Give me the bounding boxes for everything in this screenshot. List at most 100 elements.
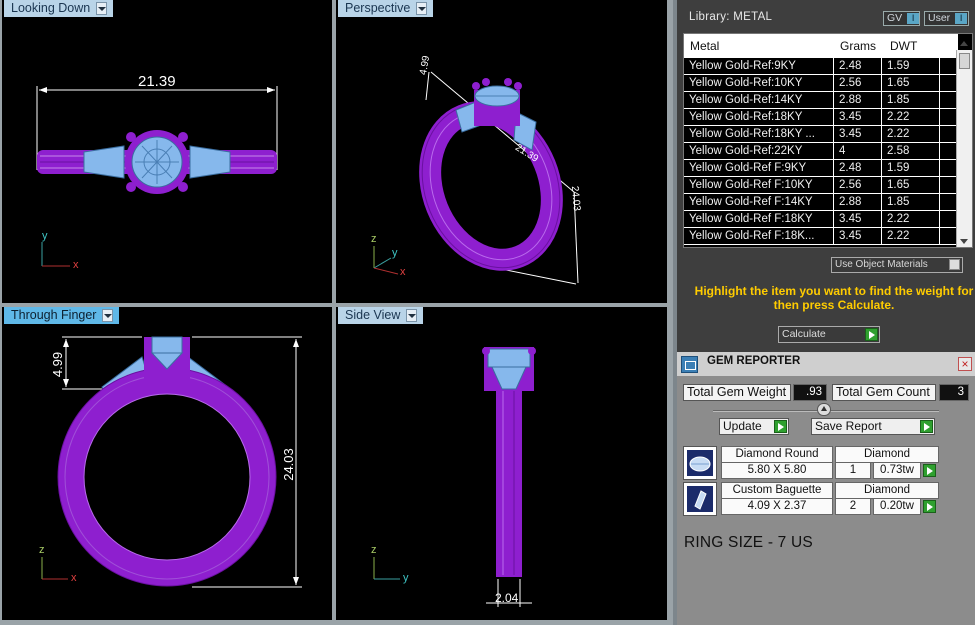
axis-y-label: y: [403, 572, 409, 584]
play-icon[interactable]: [923, 464, 936, 477]
gem-reporter-icon: [681, 356, 698, 373]
metal-name-cell: Yellow Gold-Ref F:9KY: [684, 160, 834, 177]
calculate-hint: Highlight the item you want to find the …: [694, 284, 974, 312]
table-row[interactable]: Yellow Gold-Ref:9KY 2.48 1.59: [684, 58, 958, 75]
gem-size: 5.80 X 5.80: [721, 462, 833, 479]
gem-material: Diamond: [835, 482, 939, 499]
total-gem-count-label: Total Gem Count: [832, 384, 936, 401]
column-header-metal[interactable]: Metal: [684, 39, 834, 53]
gem-row[interactable]: Diamond Round Diamond 5.80 X 5.80 1 0.73…: [683, 446, 947, 480]
play-icon[interactable]: [865, 328, 878, 341]
use-object-materials-toggle[interactable]: Use Object Materials: [831, 257, 963, 273]
dwt-cell: 1.65: [882, 75, 940, 92]
play-icon[interactable]: [920, 420, 933, 433]
dwt-cell: 1.65: [882, 177, 940, 194]
dwt-cell: 2.22: [882, 211, 940, 228]
dimension-thickness: 2.04: [495, 591, 519, 605]
play-icon[interactable]: [774, 420, 787, 433]
dwt-cell: 1.85: [882, 92, 940, 109]
grams-cell: 2.48: [834, 160, 882, 177]
baguette-diamond-icon: [683, 482, 717, 516]
grams-cell: 3.45: [834, 211, 882, 228]
gem-shape: Diamond Round: [721, 446, 833, 463]
dimension-diameter: 24.03: [568, 185, 583, 212]
chevron-down-icon[interactable]: [102, 309, 114, 322]
total-gem-count-value: 3: [939, 384, 969, 401]
chevron-down-icon[interactable]: [96, 2, 108, 15]
table-row[interactable]: Yellow Gold-Ref:18KY ... 3.45 2.22: [684, 126, 958, 143]
table-scrollbar[interactable]: [956, 41, 972, 247]
save-report-button[interactable]: Save Report: [811, 418, 935, 435]
axis-x-label: x: [71, 572, 77, 584]
viewport-perspective[interactable]: 4.99 21.39 24.03 z y x Perspective: [336, 0, 667, 303]
viewport-looking-down[interactable]: y x 21.39 Looking Down: [2, 0, 332, 303]
ring-side-view: [373, 347, 536, 607]
axis-z-label: z: [39, 544, 45, 556]
table-row[interactable]: Yellow Gold-Ref F:14KY 2.88 1.85: [684, 194, 958, 211]
play-icon[interactable]: [923, 500, 936, 513]
update-button[interactable]: Update: [719, 418, 789, 435]
metal-table[interactable]: Metal Grams DWT Yellow Gold-Ref:9KY 2.48 1…: [683, 33, 973, 248]
gem-shape: Custom Baguette: [721, 482, 833, 499]
dwt-cell: 2.22: [882, 126, 940, 143]
update-label: Update: [723, 419, 762, 433]
metal-name-cell: Yellow Gold-Ref F:18KY: [684, 211, 834, 228]
dimension-diameter: 24.03: [280, 448, 296, 481]
scrollbar-thumb[interactable]: [959, 53, 970, 69]
grams-cell: 2.56: [834, 177, 882, 194]
chevron-down-icon[interactable]: [406, 309, 418, 322]
scroll-down-icon[interactable]: [960, 239, 968, 244]
gem-reporter-header: GEM REPORTER ×: [677, 352, 975, 376]
metal-name-cell: Yellow Gold-Ref F:10KY: [684, 177, 834, 194]
viewport-tab-looking-down[interactable]: Looking Down: [4, 0, 114, 17]
viewport-tab-label: Through Finger: [11, 308, 97, 322]
table-row[interactable]: Yellow Gold-Ref F:9KY 2.48 1.59: [684, 160, 958, 177]
table-row[interactable]: Yellow Gold-Ref:10KY 2.56 1.65: [684, 75, 958, 92]
table-row[interactable]: Yellow Gold-Ref F:10KY 2.56 1.65: [684, 177, 958, 194]
column-header-dwt[interactable]: DWT: [884, 39, 942, 53]
metal-name-cell: Yellow Gold-Ref:18KY: [684, 109, 834, 126]
axis-z-label: z: [371, 233, 377, 245]
viewport-side-view[interactable]: 2.04 z y Side View: [336, 307, 667, 620]
viewport-through-finger[interactable]: 4.99 24.03 z x Through Finger: [2, 307, 332, 620]
axis-z-label: z: [371, 544, 377, 556]
metal-name-cell: Yellow Gold-Ref:22KY: [684, 143, 834, 160]
dimension-width: 21.39: [138, 73, 176, 90]
user-toggle[interactable]: User I: [924, 11, 969, 26]
table-row[interactable]: Yellow Gold-Ref F:18KY 3.45 2.22: [684, 211, 958, 228]
scroll-up-icon[interactable]: [960, 41, 968, 46]
gem-row[interactable]: Custom Baguette Diamond 4.09 X 2.37 2 0.…: [683, 482, 947, 516]
metal-library-panel: Library: METAL GV I User I Metal Grams D…: [673, 0, 975, 625]
column-header-grams[interactable]: Grams: [834, 39, 884, 53]
viewport-tab-label: Looking Down: [11, 1, 91, 15]
close-icon[interactable]: ×: [958, 357, 972, 371]
metal-name-cell: Yellow Gold-Ref:9KY: [684, 58, 834, 75]
metal-name-cell: Yellow Gold-Ref F:18K...: [684, 228, 834, 245]
checkbox-icon[interactable]: [949, 259, 960, 270]
metal-name-cell: Yellow Gold-Ref:18KY ...: [684, 126, 834, 143]
save-report-label: Save Report: [815, 419, 882, 433]
viewport-tab-through-finger[interactable]: Through Finger: [4, 307, 120, 324]
grams-cell: 2.48: [834, 58, 882, 75]
viewport-tab-side-view[interactable]: Side View: [338, 307, 424, 324]
library-title: Library: METAL: [689, 11, 773, 23]
grams-cell: 4: [834, 143, 882, 160]
toggle-icon: I: [907, 13, 919, 24]
grams-cell: 2.56: [834, 75, 882, 92]
dwt-cell: 2.22: [882, 109, 940, 126]
chevron-down-icon[interactable]: [416, 2, 428, 15]
gv-toggle[interactable]: GV I: [883, 11, 920, 26]
table-row[interactable]: Yellow Gold-Ref:22KY 4 2.58: [684, 143, 958, 160]
table-row[interactable]: Yellow Gold-Ref F:18K... 3.45 2.22: [684, 228, 958, 245]
table-row[interactable]: Yellow Gold-Ref:14KY 2.88 1.85: [684, 92, 958, 109]
total-gem-weight-value: .93: [793, 384, 827, 401]
calculate-button[interactable]: Calculate: [778, 326, 880, 343]
table-row[interactable]: Yellow Gold-Ref:18KY 3.45 2.22: [684, 109, 958, 126]
dimension-height: 4.99: [50, 351, 66, 378]
viewport-tab-perspective[interactable]: Perspective: [338, 0, 434, 17]
metal-name-cell: Yellow Gold-Ref F:14KY: [684, 194, 834, 211]
app-window: y x 21.39 Looking Down 4.99 21.39 24.03 …: [0, 0, 975, 625]
dwt-cell: 1.85: [882, 194, 940, 211]
collapse-toggle-icon[interactable]: [817, 403, 831, 416]
grams-cell: 2.88: [834, 92, 882, 109]
